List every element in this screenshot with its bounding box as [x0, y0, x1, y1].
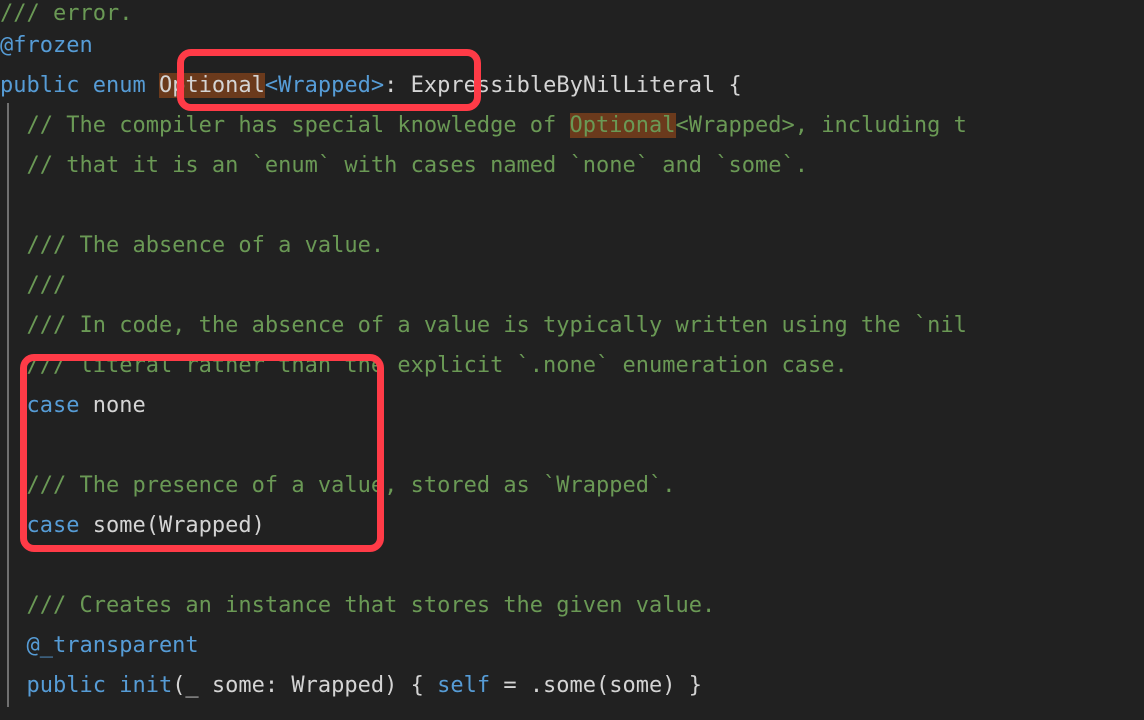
code-token: Optional: [158, 73, 265, 98]
code-token: /// literal rather than the explicit `.n…: [0, 353, 848, 378]
code-editor-screenshot: /// error. @frozen public enum Optional<Wr…: [0, 0, 1144, 720]
code-token: self: [437, 673, 491, 698]
code-token: case: [0, 393, 93, 418]
code-token: <Wrapped>: [264, 73, 385, 98]
code-token: :: [384, 73, 411, 98]
code-token: @_transparent: [0, 633, 199, 658]
code-line[interactable]: // The compiler has special knowledge of…: [0, 106, 1144, 146]
code-token: /// In code, the absence of a value is t…: [0, 313, 967, 338]
code-token: Optional: [569, 113, 676, 138]
code-token: {: [728, 73, 742, 98]
code-token: @frozen: [0, 33, 93, 58]
code-line[interactable]: /// literal rather than the explicit `.n…: [0, 346, 1144, 386]
code-line[interactable]: /// In code, the absence of a value is t…: [0, 306, 1144, 346]
code-token: /// Creates an instance that stores the …: [0, 593, 716, 618]
code-token: public enum: [0, 73, 159, 98]
code-token: some(Wrapped): [92, 513, 265, 538]
code-token: /// The absence of a value.: [0, 233, 385, 258]
code-token: <Wrapped>, including t: [675, 113, 967, 138]
code-token: // that it is an `enum` with cases named…: [0, 153, 808, 178]
code-line[interactable]: public enum Optional<Wrapped>: Expressib…: [0, 66, 1144, 106]
code-token: = .some(some) }: [490, 673, 702, 698]
code-line[interactable]: /// Creates an instance that stores the …: [0, 586, 1144, 626]
code-token: // The compiler has special knowledge of: [0, 113, 570, 138]
code-line[interactable]: ///: [0, 266, 1144, 306]
code-token: case: [0, 513, 93, 538]
code-line[interactable]: @_transparent: [0, 626, 1144, 666]
code-line[interactable]: case some(Wrapped): [0, 506, 1144, 546]
code-token: public init: [0, 673, 173, 698]
code-line[interactable]: // that it is an `enum` with cases named…: [0, 146, 1144, 186]
code-token: (_ some: Wrapped) {: [172, 673, 438, 698]
code-token: /// The presence of a value, stored as `…: [0, 473, 676, 498]
code-token: ///: [0, 273, 67, 298]
code-line[interactable]: @frozen: [0, 26, 1144, 66]
code-line[interactable]: /// The absence of a value.: [0, 226, 1144, 266]
code-content[interactable]: /// error. @frozen public enum Optional<Wr…: [0, 0, 1144, 720]
code-token: /// error.: [0, 1, 133, 26]
code-token: ExpressibleByNilLiteral: [410, 73, 729, 98]
code-line[interactable]: public init(_ some: Wrapped) { self = .s…: [0, 666, 1144, 706]
code-line[interactable]: case none: [0, 386, 1144, 426]
code-token: none: [92, 393, 146, 418]
code-line[interactable]: /// The presence of a value, stored as `…: [0, 466, 1144, 506]
